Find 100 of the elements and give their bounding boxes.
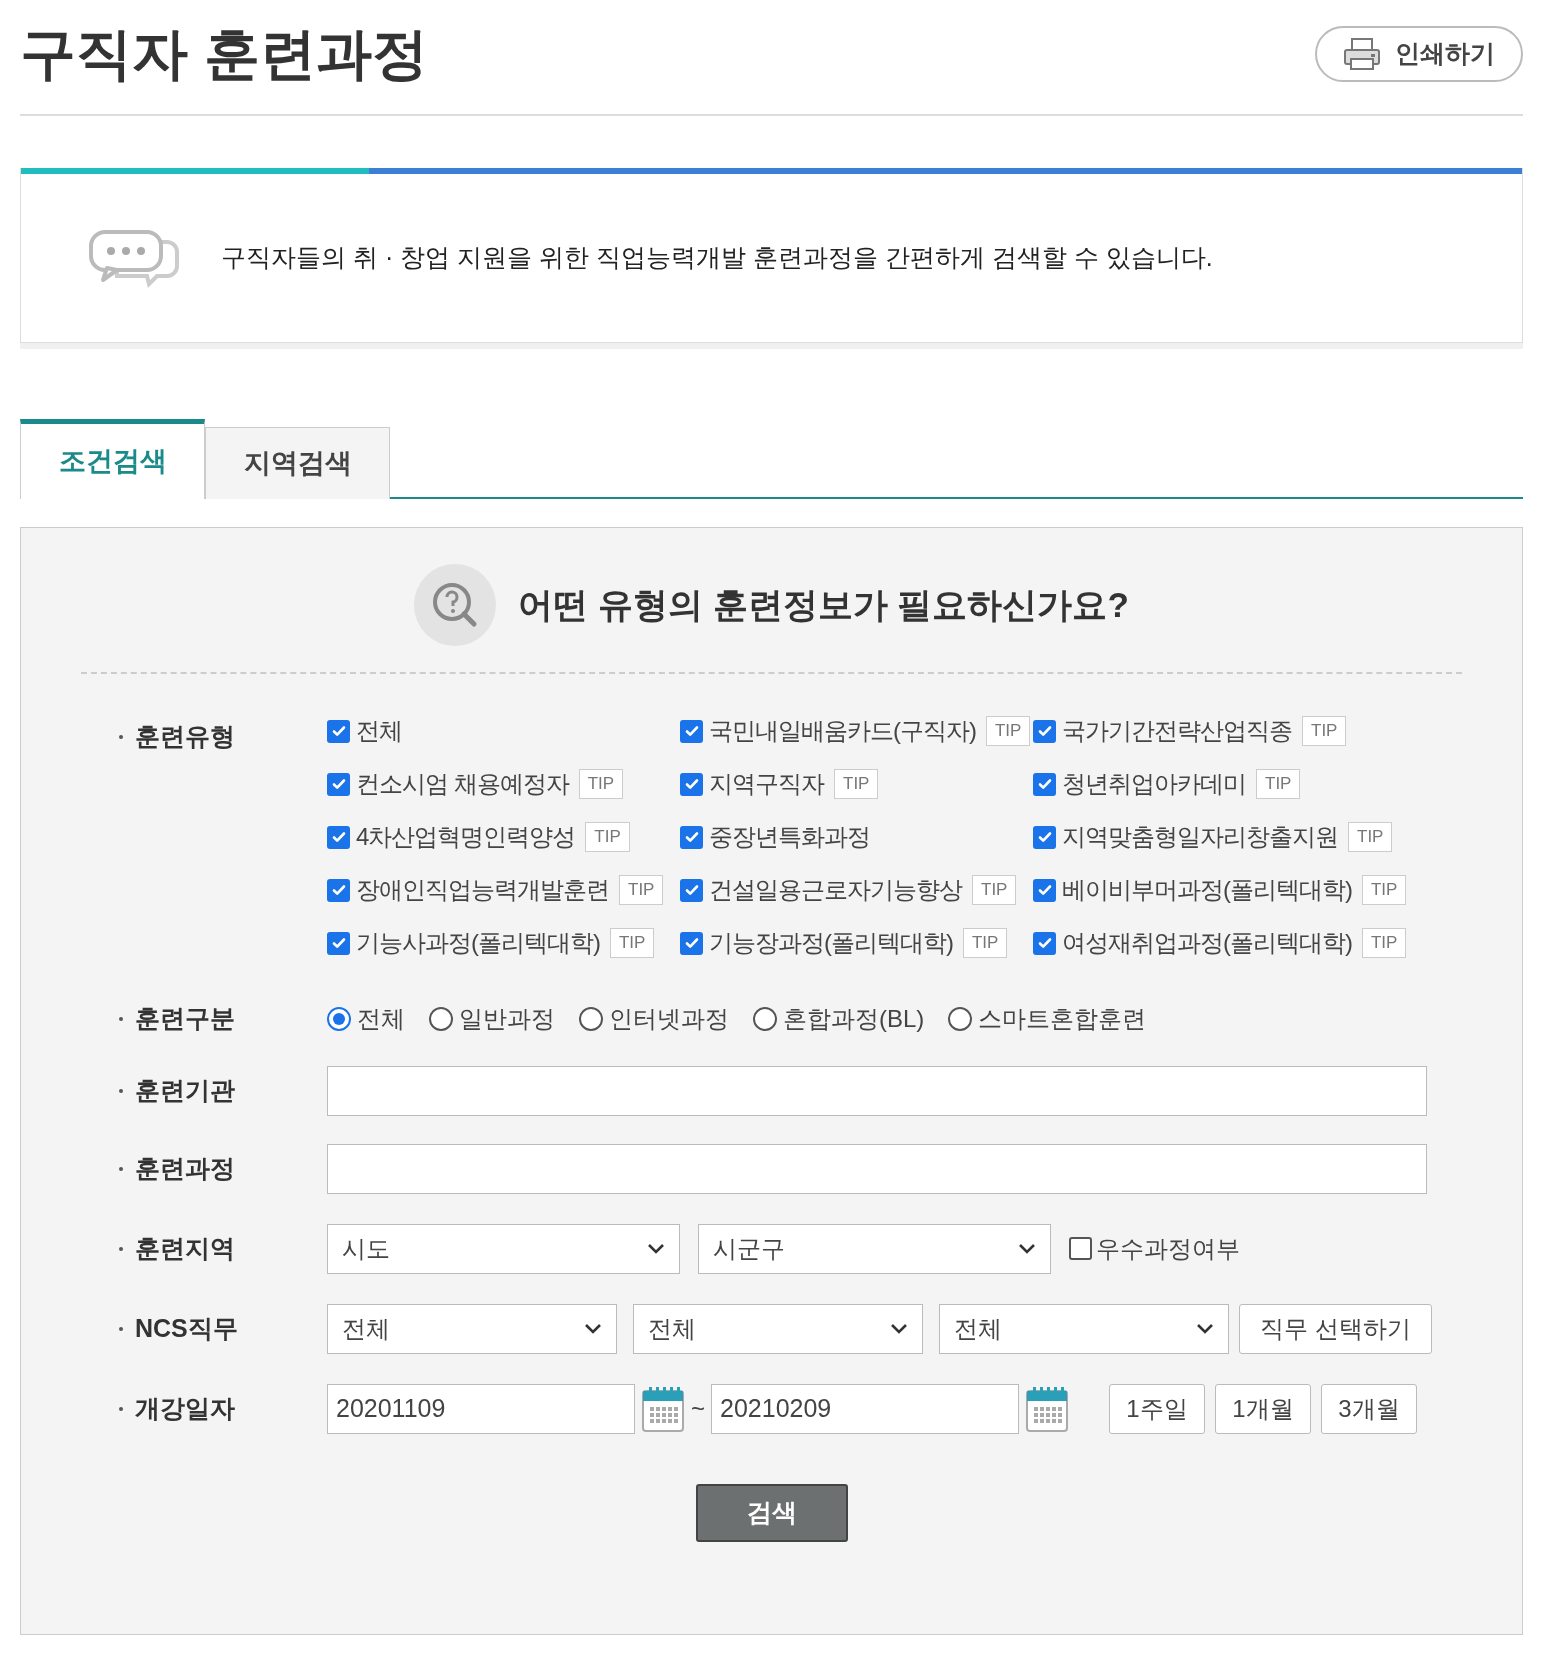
checkbox-label: 지역맞춤형일자리창출지원	[1062, 822, 1338, 852]
form-heading: 어떤 유형의 훈련정보가 필요하신가요?	[518, 583, 1129, 626]
input-field[interactable]	[327, 1143, 1427, 1194]
checkbox[interactable]	[680, 825, 703, 849]
period-button[interactable]: 3개월	[1321, 1383, 1417, 1434]
checkmark-icon	[683, 776, 700, 792]
checkmark-icon	[683, 935, 700, 951]
checkbox-label: 청년취업아카데미	[1062, 769, 1246, 799]
checkbox-label: 중장년특화과정	[709, 822, 870, 852]
checkmark-icon	[683, 723, 700, 739]
field-label: 훈련과정	[135, 1152, 235, 1184]
chevron-down-icon	[1018, 1242, 1036, 1255]
calendar-icon[interactable]	[641, 1384, 685, 1433]
tip-button[interactable]: TIP	[610, 928, 655, 958]
checkmark-icon	[330, 723, 347, 739]
radio-button[interactable]	[579, 1006, 603, 1031]
period-button[interactable]: 1주일	[1109, 1383, 1205, 1434]
tip-button[interactable]: TIP	[972, 875, 1017, 905]
speech-bubbles-icon	[87, 228, 181, 288]
checkbox-label: 전체	[356, 716, 402, 746]
checkbox-label: 우수과정여부	[1096, 1233, 1240, 1264]
tip-button[interactable]: TIP	[1348, 822, 1393, 852]
bullet-icon	[119, 1016, 123, 1021]
field-label: 개강일자	[135, 1392, 235, 1424]
checkbox[interactable]	[1033, 878, 1056, 902]
bullet-icon	[119, 1246, 123, 1251]
checkbox[interactable]	[1033, 825, 1056, 849]
checkmark-icon	[683, 882, 700, 898]
checkbox[interactable]	[1033, 931, 1056, 955]
checkbox[interactable]	[327, 878, 350, 902]
checkmark-icon	[330, 935, 347, 951]
chevron-down-icon	[890, 1322, 908, 1335]
search-help-icon	[414, 564, 497, 646]
tip-button[interactable]: TIP	[585, 822, 630, 852]
tip-button[interactable]: TIP	[986, 716, 1031, 746]
checkbox[interactable]	[680, 719, 703, 743]
tip-button[interactable]: TIP	[578, 769, 624, 799]
chevron-down-icon	[584, 1322, 602, 1335]
checkmark-icon	[1036, 776, 1053, 792]
field-label: 훈련지역	[135, 1232, 235, 1264]
print-button[interactable]: 인쇄하기	[1315, 26, 1523, 82]
checkbox[interactable]	[680, 878, 703, 902]
dropdown[interactable]: 전체	[939, 1303, 1229, 1354]
checkbox[interactable]	[680, 772, 703, 796]
input-field[interactable]	[327, 1065, 1427, 1116]
radio-label: 전체	[357, 1003, 405, 1034]
tip-button[interactable]: TIP	[619, 875, 664, 905]
field-label: 훈련기관	[135, 1074, 235, 1106]
date-field[interactable]: 20210209	[711, 1383, 1019, 1434]
checkbox-label: 기능사과정(폴리텍대학)	[356, 928, 600, 958]
checkbox-label: 4차산업혁명인력양성	[356, 822, 576, 852]
checkbox-label: 국민내일배움카드(구직자)	[709, 716, 976, 746]
tip-button[interactable]: TIP	[1362, 928, 1407, 958]
checkbox-label: 국가기간전략산업직종	[1062, 716, 1292, 746]
date-field[interactable]: 20201109	[327, 1383, 635, 1434]
checkbox[interactable]	[1033, 719, 1056, 743]
chevron-down-icon	[647, 1242, 665, 1255]
checkmark-icon	[330, 776, 347, 792]
radio-button[interactable]	[327, 1006, 351, 1031]
checkbox[interactable]	[327, 825, 350, 849]
checkmark-icon	[330, 829, 347, 845]
radio-button[interactable]	[429, 1006, 453, 1031]
tip-button[interactable]: TIP	[963, 928, 1008, 958]
search-button[interactable]: 검색	[695, 1483, 848, 1542]
tip-button[interactable]: TIP	[1362, 875, 1407, 905]
radio-label: 스마트혼합훈련	[978, 1003, 1147, 1034]
dropdown[interactable]: 전체	[633, 1303, 923, 1354]
tab[interactable]: 지역검색	[205, 427, 390, 499]
checkbox[interactable]	[680, 931, 703, 955]
radio-label: 혼합과정(BL)	[783, 1003, 925, 1034]
chevron-down-icon	[1196, 1322, 1214, 1335]
dropdown[interactable]: 시도	[327, 1223, 680, 1274]
checkbox[interactable]	[327, 772, 350, 796]
tip-button[interactable]: TIP	[1302, 716, 1347, 746]
bullet-icon	[119, 1166, 123, 1171]
checkmark-icon	[1036, 829, 1053, 845]
checkbox[interactable]	[327, 719, 350, 743]
period-button[interactable]: 1개월	[1215, 1383, 1311, 1434]
checkbox[interactable]	[1069, 1237, 1092, 1260]
tip-button[interactable]: TIP	[834, 769, 879, 799]
checkbox[interactable]	[1033, 772, 1056, 796]
checkbox-label: 컨소시엄 채용예정자	[356, 769, 569, 799]
bullet-icon	[119, 1406, 123, 1411]
bullet-icon	[119, 734, 123, 739]
checkmark-icon	[1036, 935, 1053, 951]
job-select-button[interactable]: 직무 선택하기	[1239, 1303, 1432, 1354]
intro-text: 구직자들의 취 · 창업 지원을 위한 직업능력개발 훈련과정을 간편하게 검색할 수 있습니다.	[221, 242, 1213, 274]
radio-label: 인터넷과정	[609, 1003, 729, 1034]
dropdown[interactable]: 시군구	[698, 1223, 1051, 1274]
checkmark-icon	[1036, 723, 1053, 739]
radio-button[interactable]	[948, 1006, 973, 1031]
checkbox-label: 지역구직자	[709, 769, 824, 799]
tab[interactable]: 조건검색	[20, 419, 205, 499]
checkbox[interactable]	[327, 931, 350, 955]
tip-button[interactable]: TIP	[1256, 769, 1301, 799]
calendar-icon[interactable]	[1025, 1384, 1069, 1433]
checkbox-label: 장애인직업능력개발훈련	[356, 875, 609, 905]
printer-icon	[1343, 37, 1381, 71]
dropdown[interactable]: 전체	[327, 1303, 617, 1354]
radio-button[interactable]	[753, 1006, 777, 1031]
